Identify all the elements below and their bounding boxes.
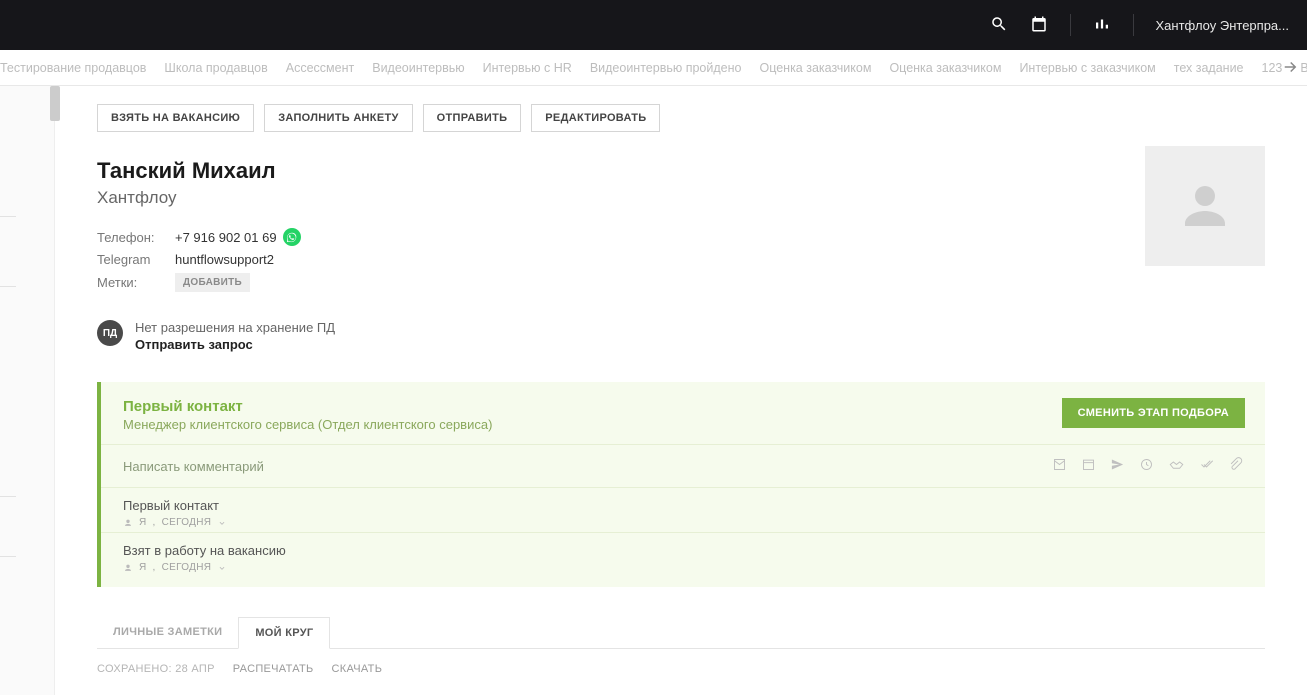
avatar	[1145, 146, 1265, 266]
add-tag-button[interactable]: ДОБАВИТЬ	[175, 273, 250, 292]
mail-icon[interactable]	[1052, 457, 1067, 475]
phone-label: Телефон:	[97, 230, 175, 245]
stage-item[interactable]: Ассессмент	[286, 61, 354, 75]
contacts: Телефон: +7 916 902 01 69 Telegram huntf…	[97, 228, 1265, 292]
pd-status: Нет разрешения на хранение ПД	[135, 320, 335, 335]
telegram-label: Telegram	[97, 252, 175, 267]
log-title: Первый контакт	[123, 498, 1243, 513]
send-icon[interactable]	[1110, 457, 1125, 475]
calendar-icon[interactable]	[1081, 457, 1096, 475]
stage-item[interactable]: Оценка заказчиком	[889, 61, 1001, 75]
search-icon[interactable]	[990, 15, 1008, 36]
footer-row: СОХРАНЕНО: 28 АПР РАСПЕЧАТАТЬ СКАЧАТЬ	[97, 663, 1265, 675]
log-author: Я	[139, 517, 147, 528]
stage-card: Первый контакт Менеджер клиентского серв…	[97, 382, 1265, 587]
comment-input[interactable]: Написать комментарий	[123, 459, 1052, 474]
log-title: Взят в работу на вакансию	[123, 543, 1243, 558]
fill-form-button[interactable]: ЗАПОЛНИТЬ АНКЕТУ	[264, 104, 412, 132]
log-author: Я	[139, 562, 147, 573]
saved-label: СОХРАНЕНО: 28 АПР	[97, 663, 215, 675]
check-icon[interactable]	[1199, 457, 1214, 475]
stage-title: Первый контакт	[123, 398, 492, 415]
chevron-down-icon[interactable]	[217, 563, 227, 573]
log-item: Первый контакт Я, СЕГОДНЯ	[101, 487, 1265, 532]
rail-divider	[0, 556, 16, 557]
tab-circle[interactable]: МОЙ КРУГ	[238, 617, 330, 649]
stage-item[interactable]: Вы	[1300, 61, 1307, 75]
download-link[interactable]: СКАЧАТЬ	[332, 663, 383, 675]
stage-item[interactable]: Интервью с HR	[483, 61, 572, 75]
stage-item[interactable]: Интервью с заказчиком	[1019, 61, 1155, 75]
phone-value: +7 916 902 01 69	[175, 230, 277, 245]
org-name[interactable]: Хантфлоу Энтерпра...	[1156, 18, 1290, 33]
action-row: ВЗЯТЬ НА ВАКАНСИЮ ЗАПОЛНИТЬ АНКЕТУ ОТПРА…	[97, 104, 1265, 132]
edit-button[interactable]: РЕДАКТИРОВАТЬ	[531, 104, 660, 132]
candidate-company: Хантфлоу	[97, 188, 1265, 208]
rail-divider	[0, 216, 16, 217]
telegram-value: huntflowsupport2	[175, 252, 274, 267]
person-icon	[123, 563, 133, 573]
stage-item[interactable]: Школа продавцов	[164, 61, 267, 75]
stage-item[interactable]: тех задание	[1174, 61, 1244, 75]
main-content: ВЗЯТЬ НА ВАКАНСИЮ ЗАПОЛНИТЬ АНКЕТУ ОТПРА…	[55, 86, 1307, 695]
candidate-name: Танский Михаил	[97, 158, 1265, 184]
stages-bar: Тестирование продавцов Школа продавцов А…	[0, 50, 1307, 86]
stage-item[interactable]: Тестирование продавцов	[0, 61, 146, 75]
stats-icon[interactable]	[1093, 15, 1111, 36]
take-vacancy-button[interactable]: ВЗЯТЬ НА ВАКАНСИЮ	[97, 104, 254, 132]
attach-icon[interactable]	[1228, 457, 1243, 475]
pd-badge: ПД	[97, 320, 123, 346]
log-item: Взят в работу на вакансию Я, СЕГОДНЯ	[101, 532, 1265, 587]
tabs: ЛИЧНЫЕ ЗАМЕТКИ МОЙ КРУГ	[97, 617, 1265, 649]
stage-subtitle: Менеджер клиентского сервиса (Отдел клие…	[123, 417, 492, 432]
person-icon	[123, 518, 133, 528]
chevron-down-icon[interactable]	[217, 518, 227, 528]
send-button[interactable]: ОТПРАВИТЬ	[423, 104, 522, 132]
topbar: Хантфлоу Энтерпра...	[0, 0, 1307, 50]
stage-item[interactable]: Оценка заказчиком	[759, 61, 871, 75]
clock-icon[interactable]	[1139, 457, 1154, 475]
calendar-icon[interactable]	[1030, 15, 1048, 36]
comment-tools	[1052, 457, 1243, 475]
handshake-icon[interactable]	[1168, 457, 1185, 475]
stage-item[interactable]: Видеоинтервью пройдено	[590, 61, 742, 75]
rail-divider	[0, 496, 16, 497]
rail-divider	[0, 286, 16, 287]
stage-item[interactable]: 123	[1262, 61, 1283, 75]
change-stage-button[interactable]: СМЕНИТЬ ЭТАП ПОДБОРА	[1062, 398, 1245, 428]
stage-item[interactable]: Видеоинтервью	[372, 61, 464, 75]
log-when: СЕГОДНЯ	[162, 517, 212, 528]
print-link[interactable]: РАСПЕЧАТАТЬ	[233, 663, 314, 675]
pd-block: ПД Нет разрешения на хранение ПД Отправи…	[97, 320, 1265, 368]
tab-notes[interactable]: ЛИЧНЫЕ ЗАМЕТКИ	[97, 617, 238, 648]
scroll-right-icon[interactable]	[1281, 58, 1299, 79]
tags-label: Метки:	[97, 275, 175, 290]
divider	[1133, 14, 1134, 36]
whatsapp-icon[interactable]	[283, 228, 301, 246]
pd-request-link[interactable]: Отправить запрос	[135, 337, 335, 352]
log-when: СЕГОДНЯ	[162, 562, 212, 573]
left-rail	[0, 86, 55, 695]
divider	[1070, 14, 1071, 36]
